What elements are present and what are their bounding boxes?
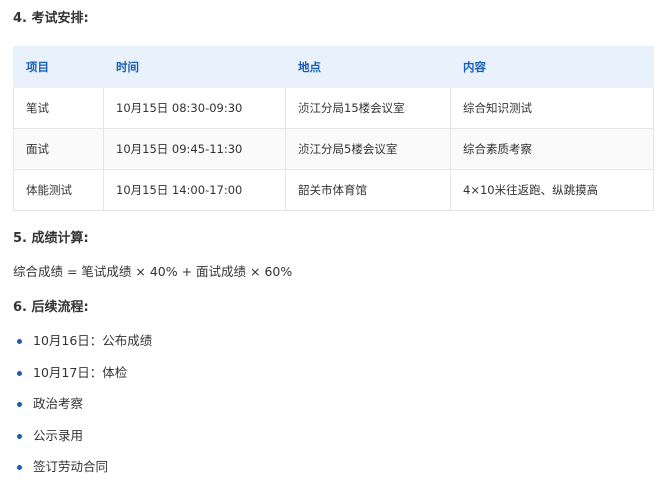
bullet-icon: [17, 370, 22, 376]
exam-schedule-table: 项目 时间 地点 内容 笔试 10月15日 08:30-09:30 浈江分局15…: [13, 46, 654, 211]
bullet-icon: [17, 433, 22, 439]
cell-item: 体能测试: [13, 169, 104, 211]
table-row: 笔试 10月15日 08:30-09:30 浈江分局15楼会议室 综合知识测试: [13, 87, 654, 129]
cell-location: 浈江分局15楼会议室: [285, 87, 451, 129]
cell-content: 综合素质考察: [450, 128, 654, 170]
list-item-text: 10月17日：体检: [33, 364, 128, 380]
cell-item: 面试: [13, 128, 104, 170]
list-item: 公示录用: [13, 427, 152, 459]
bullet-icon: [17, 339, 22, 344]
bullet-icon: [17, 465, 22, 470]
cell-time: 10月15日 14:00-17:00: [103, 169, 286, 211]
score-formula: 综合成绩 = 笔试成绩 × 40% + 面试成绩 × 60%: [13, 264, 293, 279]
cell-time: 10月15日 09:45-11:30: [103, 128, 286, 170]
exam-schedule-heading: 4. 考试安排:: [13, 11, 89, 26]
header-location: 地点: [285, 46, 451, 88]
header-time: 时间: [103, 46, 286, 88]
list-item-text: 政治考察: [33, 396, 84, 411]
list-item: 政治考察: [13, 395, 152, 427]
list-item-text: 公示录用: [33, 427, 84, 443]
list-item-text: 签订劳动合同: [33, 459, 109, 474]
table-row: 面试 10月15日 09:45-11:30 浈江分局5楼会议室 综合素质考察: [13, 128, 654, 170]
table-header-row: 项目 时间 地点 内容: [13, 46, 654, 88]
list-item-text: 10月16日：公布成绩: [33, 333, 153, 348]
cell-location: 浈江分局5楼会议室: [285, 128, 451, 170]
cell-time: 10月15日 08:30-09:30: [103, 87, 286, 129]
follow-up-steps-list: 10月16日：公布成绩 10月17日：体检 政治考察 公示录用 签订劳动合同: [13, 332, 152, 490]
list-item: 10月16日：公布成绩: [13, 332, 152, 364]
score-calculation-heading: 5. 成绩计算:: [13, 231, 89, 246]
follow-up-process-heading: 6. 后续流程:: [13, 300, 89, 315]
cell-location: 韶关市体育馆: [285, 169, 451, 211]
list-item: 签订劳动合同: [13, 458, 152, 490]
table-row: 体能测试 10月15日 14:00-17:00 韶关市体育馆 4×10米往返跑、…: [13, 169, 654, 211]
bullet-icon: [17, 402, 22, 407]
cell-content: 综合知识测试: [450, 87, 654, 129]
cell-item: 笔试: [13, 87, 104, 129]
header-content: 内容: [450, 46, 654, 88]
cell-content: 4×10米往返跑、纵跳摸高: [450, 169, 654, 211]
header-item: 项目: [13, 46, 104, 88]
list-item: 10月17日：体检: [13, 364, 152, 396]
